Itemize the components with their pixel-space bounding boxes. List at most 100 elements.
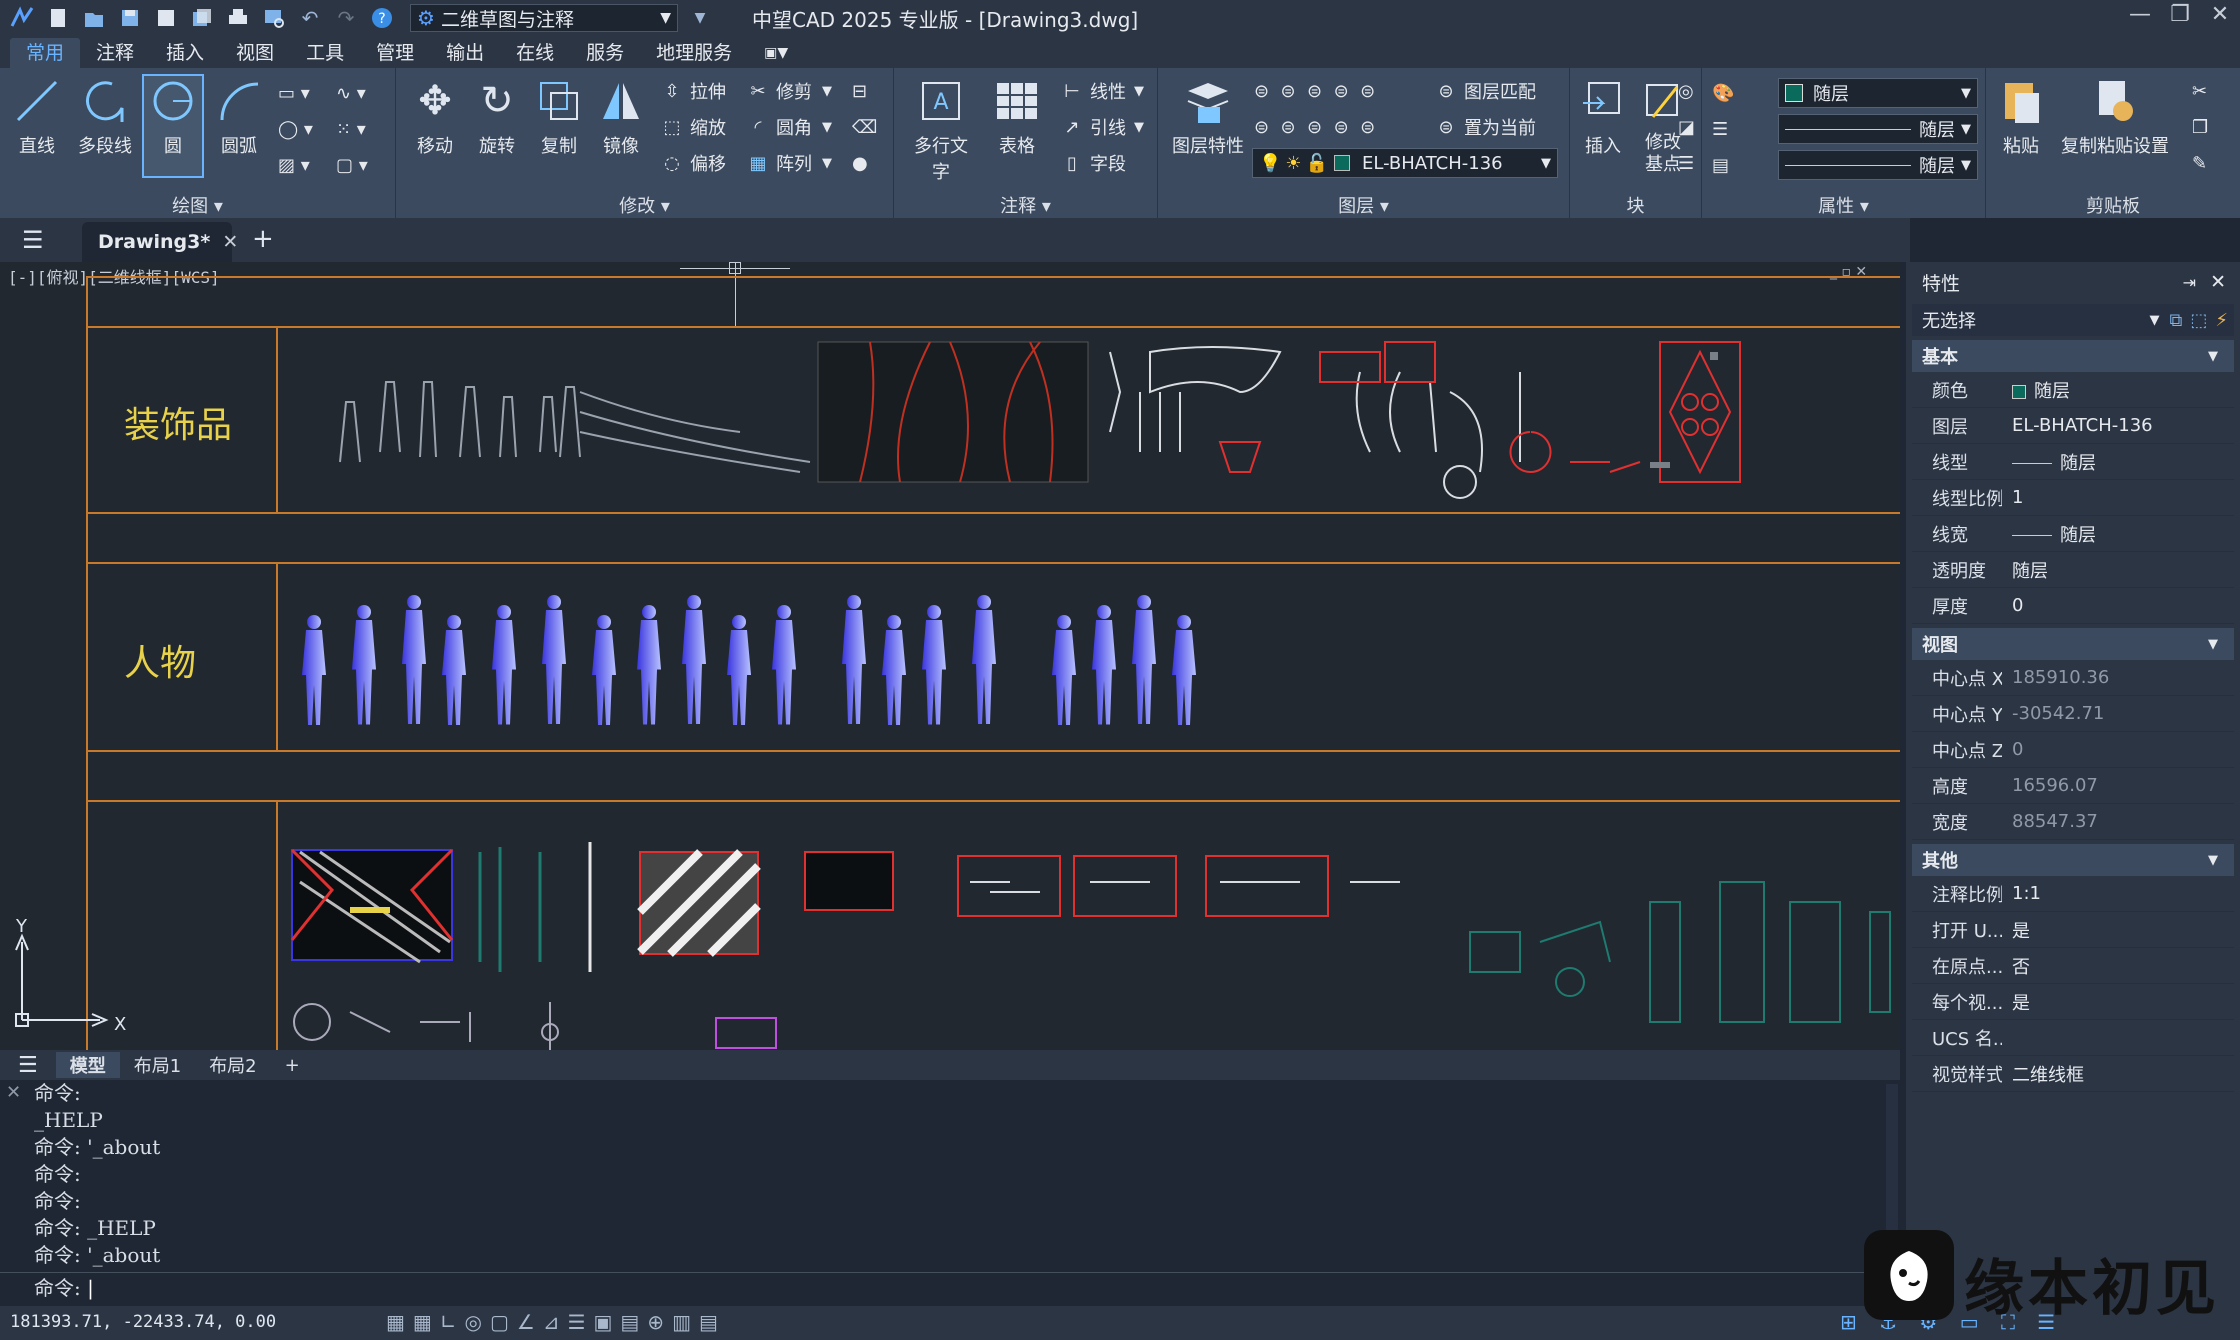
- offset-tool[interactable]: ◌ 偏移: [660, 148, 726, 178]
- drafting-toggles[interactable]: ▦▦∟◎▢∠⊿☰▣▤⊕▥▤: [386, 1310, 726, 1334]
- layers-panel-label[interactable]: 图层 ▾: [1158, 192, 1569, 217]
- save-all-icon[interactable]: [188, 4, 216, 32]
- color-dropdown[interactable]: 随层 ▼: [1778, 78, 1978, 108]
- property-value[interactable]: 随层: [2002, 449, 2234, 475]
- tab-manage[interactable]: 管理: [360, 38, 430, 68]
- rectangle-icon[interactable]: ▭ ▾: [278, 78, 310, 108]
- paste-special-tool[interactable]: 复制粘贴设置: [2052, 76, 2178, 158]
- property-value[interactable]: 随层: [2002, 557, 2234, 583]
- property-row[interactable]: UCS 名...: [1912, 1020, 2234, 1056]
- tab-layout2[interactable]: 布局2: [195, 1052, 270, 1078]
- property-value[interactable]: 0: [2002, 595, 2234, 616]
- linetype-dropdown[interactable]: 随层 ▼: [1778, 114, 1978, 144]
- open-icon[interactable]: [80, 4, 108, 32]
- print-preview-icon[interactable]: [260, 4, 288, 32]
- block-panel-label[interactable]: 块: [1570, 192, 1701, 217]
- section-basic[interactable]: 基本 ▼: [1912, 340, 2234, 372]
- save-icon[interactable]: [116, 4, 144, 32]
- boundary-icon[interactable]: ▢ ▾: [336, 150, 368, 180]
- line-tool[interactable]: 直线: [6, 76, 68, 158]
- mirror-tool[interactable]: 镜像: [590, 76, 652, 158]
- property-row[interactable]: 厚度 0: [1912, 588, 2234, 624]
- property-value[interactable]: 1: [2002, 487, 2234, 508]
- layer-properties-tool[interactable]: 图层特性: [1168, 76, 1248, 158]
- scale-tool[interactable]: ⬚ 缩放: [660, 112, 726, 142]
- insert-block-tool[interactable]: 插入: [1572, 76, 1634, 158]
- help-icon[interactable]: ?: [368, 4, 396, 32]
- layer-dropdown[interactable]: 💡 ☀ 🔓 EL-BHATCH-136 ▼: [1252, 148, 1558, 178]
- workspace-select[interactable]: ⚙ 二维草图与注释 ▼: [410, 4, 678, 32]
- paste-tool[interactable]: 粘贴: [1990, 76, 2052, 158]
- property-value[interactable]: 是: [2002, 989, 2234, 1015]
- property-row[interactable]: 注释比例 1:1: [1912, 876, 2234, 912]
- section-view[interactable]: 视图 ▼: [1912, 628, 2234, 660]
- ellipse-icon[interactable]: ◯ ▾: [278, 114, 313, 144]
- mtext-tool[interactable]: A 多行文字: [906, 76, 976, 184]
- hamburger-menu-icon[interactable]: ☰: [22, 226, 44, 254]
- set-current-tool[interactable]: ⊜ 置为当前: [1434, 112, 1536, 142]
- property-value[interactable]: 随层: [2002, 521, 2234, 547]
- tab-insert[interactable]: 插入: [150, 38, 220, 68]
- tab-geo-service[interactable]: 地理服务: [640, 38, 748, 68]
- tab-output[interactable]: 输出: [430, 38, 500, 68]
- property-row[interactable]: 中心点 X 185910.36: [1912, 660, 2234, 696]
- point-icon[interactable]: ⁙ ▾: [336, 114, 366, 144]
- annotation-panel-label[interactable]: 注释 ▾: [894, 192, 1157, 217]
- trim-tool[interactable]: ✂ 修剪 ▼: [746, 76, 832, 106]
- property-value[interactable]: -30542.71: [2002, 703, 2234, 724]
- copy-tool[interactable]: 复制: [528, 76, 590, 158]
- layer-tools-row2[interactable]: ⊜ ⊜ ⊜ ⊜ ⊜: [1254, 112, 1375, 142]
- minimize-button[interactable]: —: [2120, 2, 2160, 32]
- close-palette-icon[interactable]: ✕: [2210, 271, 2226, 293]
- table-tool[interactable]: 表格: [986, 76, 1048, 158]
- new-icon[interactable]: [44, 4, 72, 32]
- erase-icon[interactable]: ⌫: [852, 112, 877, 142]
- property-value[interactable]: 1:1: [2002, 883, 2234, 904]
- array-tool[interactable]: ▦ 阵列 ▼: [746, 148, 832, 178]
- section-other[interactable]: 其他 ▼: [1912, 844, 2234, 876]
- tab-home[interactable]: 常用: [10, 38, 81, 68]
- save-as-icon[interactable]: [152, 4, 180, 32]
- property-row[interactable]: 中心点 Y -30542.71: [1912, 696, 2234, 732]
- property-value[interactable]: 二维线框: [2002, 1061, 2234, 1087]
- property-row[interactable]: 图层 EL-BHATCH-136: [1912, 408, 2234, 444]
- rotate-tool[interactable]: ↻ 旋转: [466, 76, 528, 158]
- new-tab-button[interactable]: +: [252, 224, 274, 254]
- quick-select-icon[interactable]: ⧉: [2169, 310, 2182, 331]
- copy-clip-icon[interactable]: ❐: [2192, 112, 2208, 142]
- tab-online[interactable]: 在线: [500, 38, 570, 68]
- property-row[interactable]: 宽度 88547.37: [1912, 804, 2234, 840]
- leader-tool[interactable]: ↗ 引线 ▼: [1060, 112, 1144, 142]
- property-row[interactable]: 每个视... 是: [1912, 984, 2234, 1020]
- layer-match-tool[interactable]: ⊜ 图层匹配: [1434, 76, 1536, 106]
- select-objects-icon[interactable]: ⬚: [2190, 310, 2207, 331]
- tab-layout1[interactable]: 布局1: [120, 1052, 195, 1078]
- match-properties-icon[interactable]: 🎨: [1712, 78, 1734, 108]
- cut-icon[interactable]: ✂: [2192, 76, 2207, 106]
- tab-model[interactable]: 模型: [55, 1052, 120, 1078]
- format-painter-icon[interactable]: ✎: [2192, 148, 2207, 178]
- property-value[interactable]: 是: [2002, 917, 2234, 943]
- print-icon[interactable]: [224, 4, 252, 32]
- lineweight-dropdown[interactable]: 随层 ▼: [1778, 150, 1978, 180]
- property-row[interactable]: 线型比例 1: [1912, 480, 2234, 516]
- property-row[interactable]: 线型 随层: [1912, 444, 2234, 480]
- block-tool-b-icon[interactable]: ◪: [1678, 112, 1695, 142]
- property-row[interactable]: 视觉样式 二维线框: [1912, 1056, 2234, 1092]
- draw-panel-label[interactable]: 绘图 ▾: [0, 192, 395, 217]
- property-row[interactable]: 打开 U... 是: [1912, 912, 2234, 948]
- block-tool-c-icon[interactable]: ☰: [1678, 148, 1694, 178]
- doc-tab-drawing3[interactable]: Drawing3* ✕: [82, 222, 238, 262]
- fillet-tool[interactable]: ◜ 圆角 ▼: [746, 112, 833, 142]
- block-tool-a-icon[interactable]: ◎: [1678, 76, 1694, 106]
- property-row[interactable]: 在原点... 否: [1912, 948, 2234, 984]
- redo-icon[interactable]: ↷: [332, 4, 360, 32]
- drawing-canvas[interactable]: [-][俯视][二维线框][WCS] _ ▫ ✕ 装饰品 人物: [0, 262, 1900, 1050]
- arc-tool[interactable]: 圆弧: [208, 76, 270, 158]
- tab-annotate[interactable]: 注释: [80, 38, 150, 68]
- tab-service[interactable]: 服务: [570, 38, 640, 68]
- undo-icon[interactable]: ↶: [296, 4, 324, 32]
- pin-icon[interactable]: ⇥: [2183, 273, 2196, 292]
- property-value[interactable]: 88547.37: [2002, 811, 2234, 832]
- app-logo-icon[interactable]: [8, 4, 36, 32]
